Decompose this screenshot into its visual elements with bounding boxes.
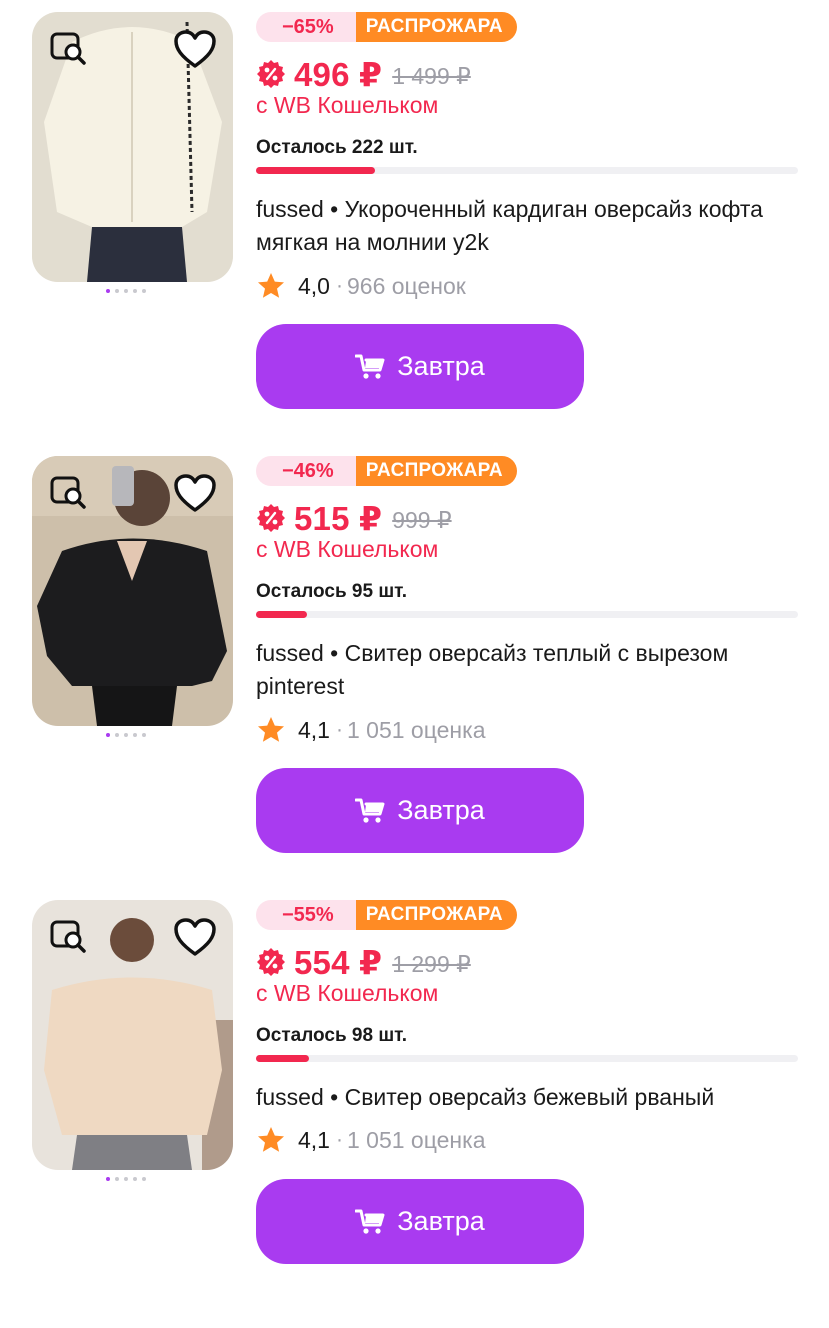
stock-label: Осталось 222 шт.	[256, 137, 418, 158]
discount-badge: −55%	[256, 900, 356, 930]
star-icon	[258, 717, 284, 742]
wallet-discount-icon	[257, 504, 285, 532]
photo-pagination	[106, 1177, 146, 1181]
star-icon	[258, 1127, 284, 1152]
rating-value: 4,1	[298, 716, 330, 743]
stock-bar	[256, 1055, 798, 1062]
rating-separator: ·	[335, 274, 343, 297]
reviews-count: 1 051 оценка	[346, 1126, 486, 1153]
product-card[interactable]: −55% РАСПРОЖАРА 554 ₽ 1 299 ₽ с WB Кошел…	[0, 888, 829, 1328]
stock-label: Осталось 95 шт.	[256, 581, 408, 602]
pagination-dot	[142, 733, 146, 737]
cart-icon	[355, 798, 385, 823]
sale-badge: РАСПРОЖАРА	[341, 900, 517, 930]
cart-icon	[355, 1209, 385, 1234]
wallet-note: с WB Кошельком	[256, 92, 439, 118]
rating-separator: ·	[335, 718, 343, 741]
cart-icon	[355, 354, 385, 379]
product-photo[interactable]	[32, 12, 233, 282]
product-card[interactable]: −65% РАСПРОЖАРА 496 ₽ 1 499 ₽ с WB Кошел…	[0, 0, 829, 440]
pagination-dot	[115, 289, 119, 293]
wallet-note: с WB Кошельком	[256, 536, 439, 562]
add-to-cart-button[interactable]: Завтра	[256, 1179, 584, 1264]
image-search-icon[interactable]	[46, 470, 92, 516]
add-to-cart-button[interactable]: Завтра	[256, 768, 584, 853]
wallet-discount-icon	[257, 948, 285, 976]
pagination-dot	[142, 289, 146, 293]
stock-bar	[256, 611, 798, 618]
current-price: 515 ₽	[294, 499, 383, 537]
pagination-dot	[124, 733, 128, 737]
pagination-dot	[106, 1177, 110, 1181]
promo-badges: −55% РАСПРОЖАРА	[256, 900, 517, 930]
price-row: 496 ₽ 1 499 ₽	[256, 54, 471, 94]
sale-badge: РАСПРОЖАРА	[341, 456, 517, 486]
rating-separator: ·	[335, 1128, 343, 1151]
product-title[interactable]: fussed • Свитер оверсайз бежевый рваный	[256, 1081, 796, 1114]
star-icon	[258, 273, 284, 298]
price-row: 515 ₽ 999 ₽	[256, 498, 452, 538]
rating-value: 4,1	[298, 1126, 330, 1153]
reviews-count: 966 оценок	[346, 272, 466, 299]
current-price: 554 ₽	[294, 943, 383, 981]
heart-icon[interactable]	[170, 914, 220, 960]
pagination-dot	[115, 1177, 119, 1181]
stock-label: Осталось 98 шт.	[256, 1025, 408, 1046]
discount-badge: −65%	[256, 12, 356, 42]
discount-badge: −46%	[256, 456, 356, 486]
pagination-dot	[124, 1177, 128, 1181]
pagination-dot	[106, 289, 110, 293]
sale-badge: РАСПРОЖАРА	[341, 12, 517, 42]
add-to-cart-button[interactable]: Завтра	[256, 324, 584, 409]
rating-value: 4,0	[298, 272, 330, 299]
product-title[interactable]: fussed • Свитер оверсайз теплый с вырезо…	[256, 637, 796, 703]
product-title[interactable]: fussed • Укороченный кардиган оверсайз к…	[256, 193, 796, 259]
pagination-dot	[142, 1177, 146, 1181]
product-card[interactable]: −46% РАСПРОЖАРА 515 ₽ 999 ₽ с WB Кошельк…	[0, 444, 829, 884]
old-price: 999 ₽	[392, 506, 452, 533]
heart-icon[interactable]	[170, 470, 220, 516]
pagination-dot	[133, 289, 137, 293]
promo-badges: −46% РАСПРОЖАРА	[256, 456, 517, 486]
stock-bar-fill	[256, 611, 308, 618]
pagination-dot	[106, 733, 110, 737]
heart-icon[interactable]	[170, 26, 220, 72]
wallet-discount-icon	[257, 60, 285, 88]
promo-badges: −65% РАСПРОЖАРА	[256, 12, 517, 42]
photo-pagination	[106, 733, 146, 737]
rating-row[interactable]: 4,0 · 966 оценок	[256, 270, 466, 302]
pagination-dot	[133, 1177, 137, 1181]
pagination-dot	[124, 289, 128, 293]
pagination-dot	[133, 733, 137, 737]
rating-row[interactable]: 4,1 · 1 051 оценка	[256, 714, 486, 746]
product-photo[interactable]	[32, 456, 233, 726]
product-photo[interactable]	[32, 900, 233, 1170]
pagination-dot	[115, 733, 119, 737]
reviews-count: 1 051 оценка	[346, 716, 486, 743]
stock-bar-fill	[256, 1055, 310, 1062]
old-price: 1 499 ₽	[392, 62, 471, 89]
stock-bar-fill	[256, 167, 376, 174]
add-to-cart-label: Завтра	[397, 795, 485, 825]
price-row: 554 ₽ 1 299 ₽	[256, 942, 471, 982]
current-price: 496 ₽	[294, 55, 383, 93]
wallet-note: с WB Кошельком	[256, 980, 439, 1006]
image-search-icon[interactable]	[46, 914, 92, 960]
rating-row[interactable]: 4,1 · 1 051 оценка	[256, 1124, 486, 1156]
old-price: 1 299 ₽	[392, 950, 471, 977]
add-to-cart-label: Завтра	[397, 351, 485, 381]
photo-pagination	[106, 289, 146, 293]
add-to-cart-label: Завтра	[397, 1206, 485, 1236]
stock-bar	[256, 167, 798, 174]
image-search-icon[interactable]	[46, 26, 92, 72]
